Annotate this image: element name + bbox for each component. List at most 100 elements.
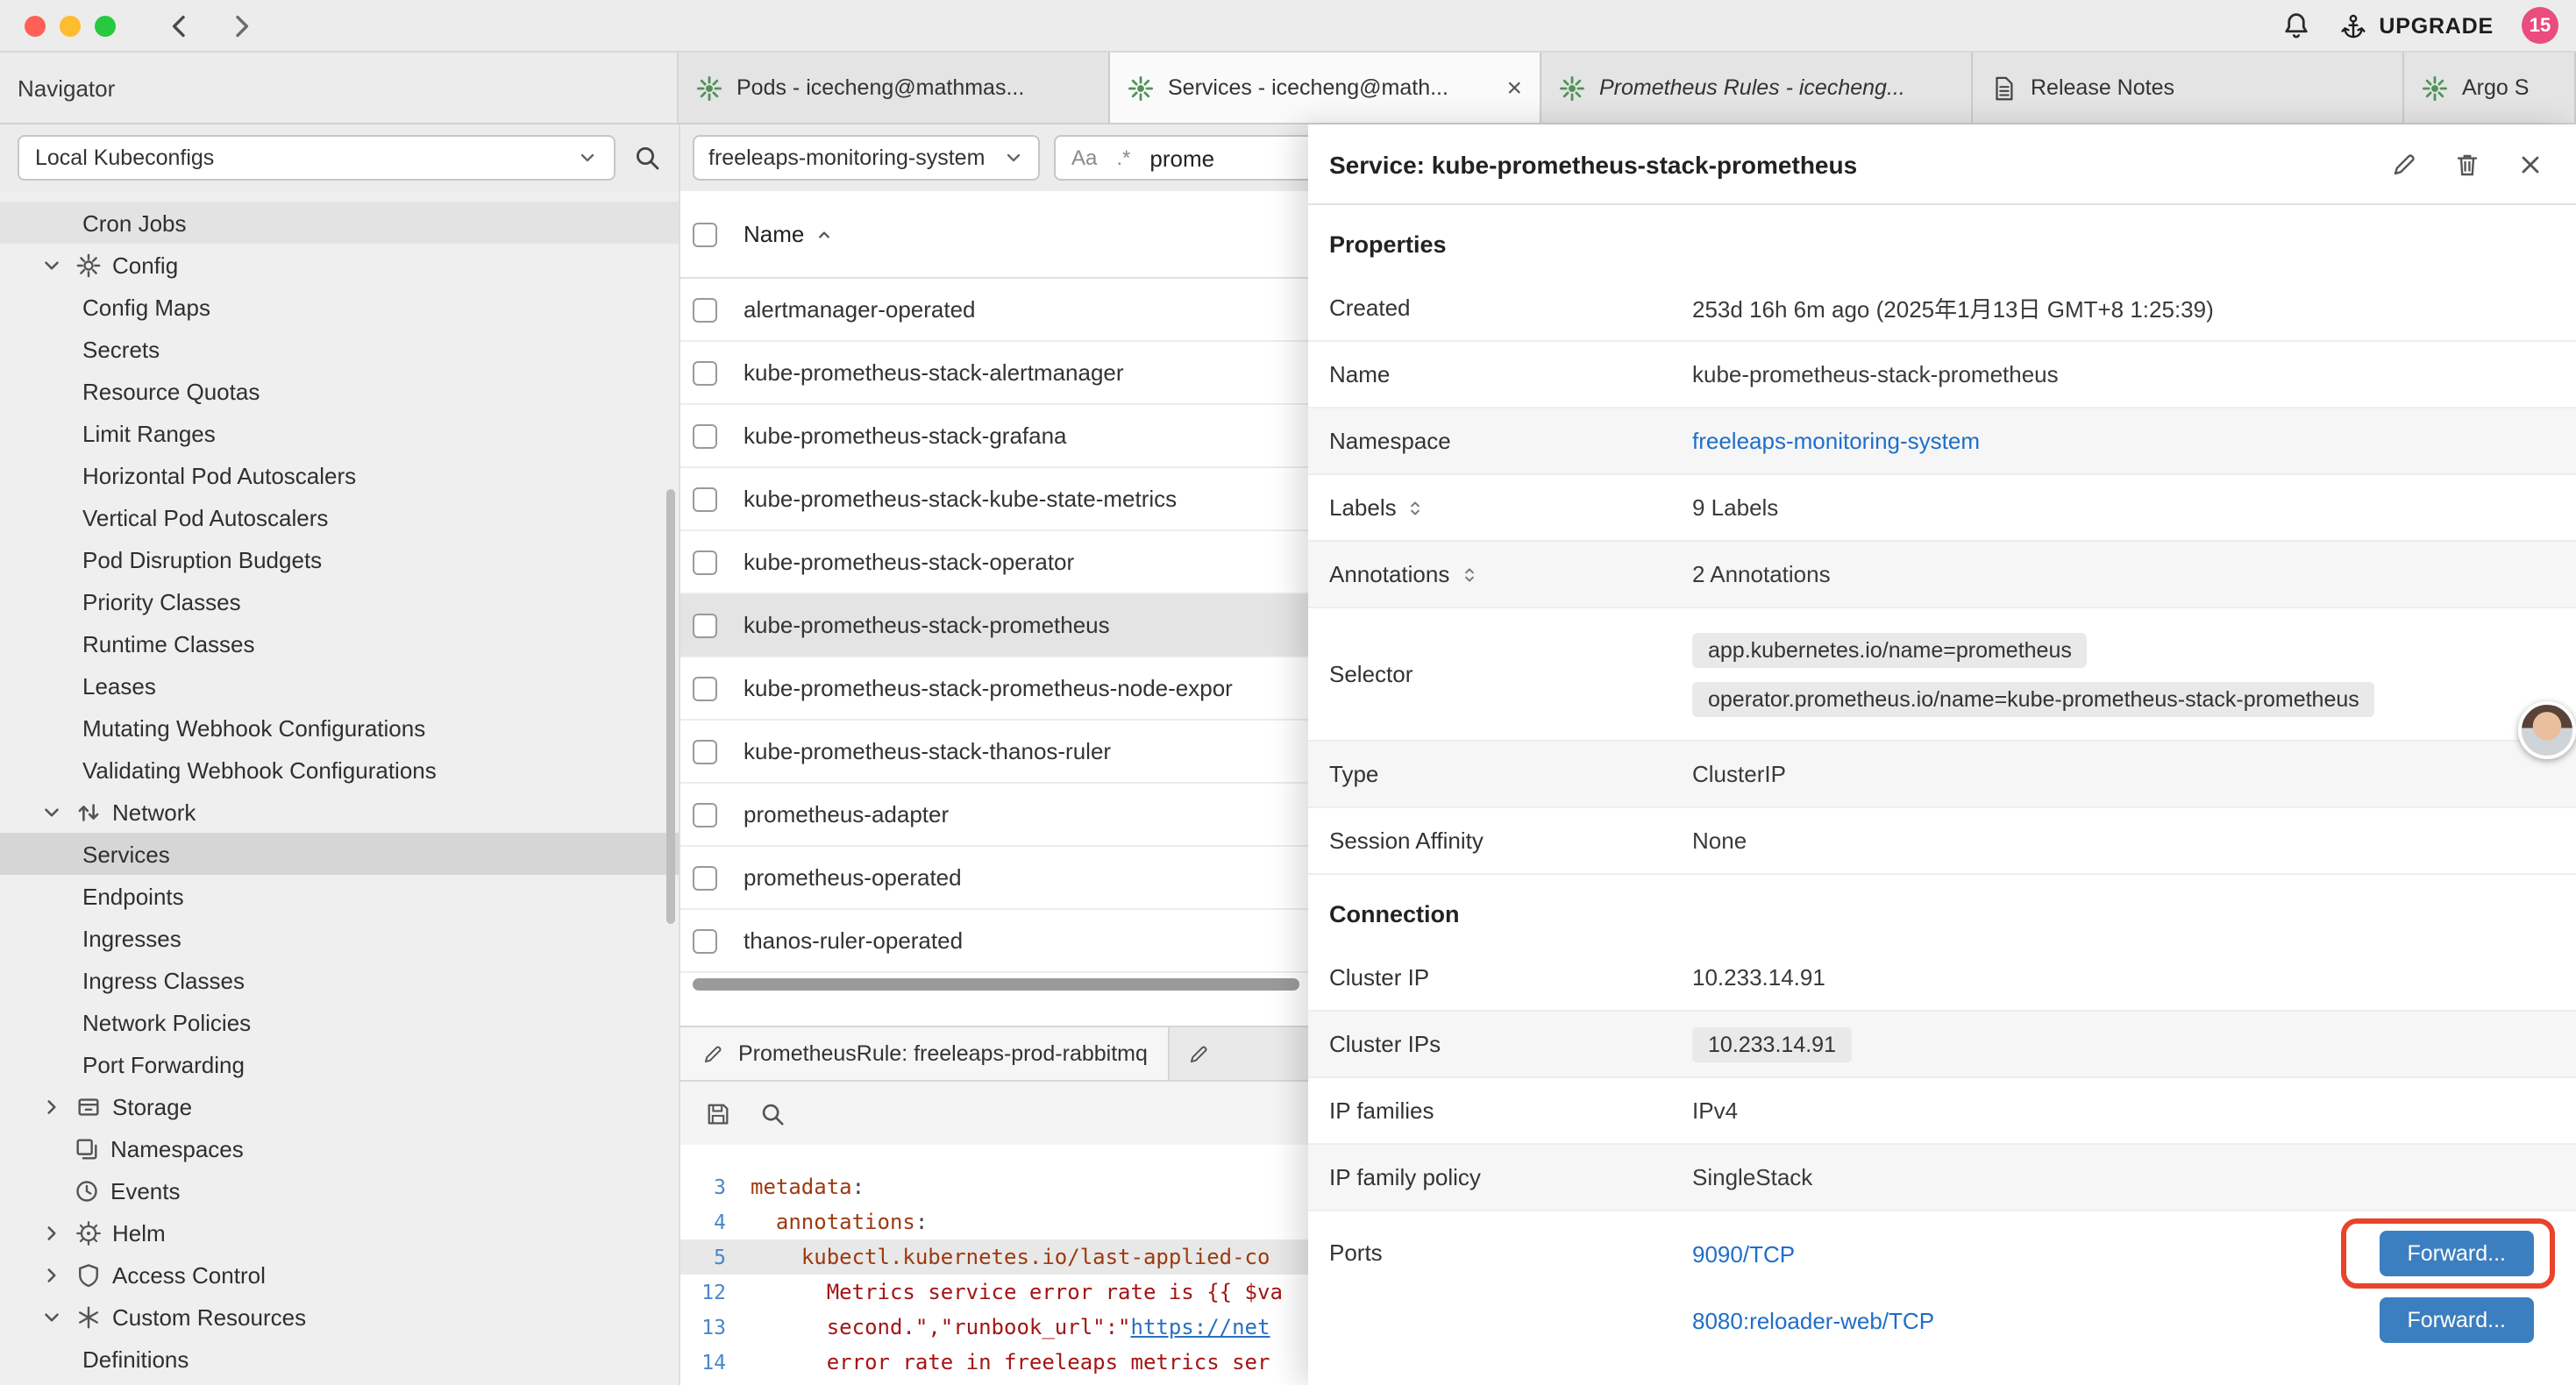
table-row-kube-prometheus-stack-operator[interactable]: kube-prometheus-stack-operator [680,531,1308,594]
row-checkbox[interactable] [693,550,717,574]
table-row-kube-prometheus-stack-alertmanager[interactable]: kube-prometheus-stack-alertmanager [680,342,1308,405]
table-row-kube-prometheus-stack-prometheus[interactable]: kube-prometheus-stack-prometheus [680,594,1308,657]
table-row-thanos-ruler-operated[interactable]: thanos-ruler-operated [680,910,1308,973]
sidebar-item-port-forwarding[interactable]: Port Forwarding [0,1043,679,1085]
chevron-right-icon[interactable] [39,1221,65,1244]
close-tab-icon[interactable]: × [1506,75,1522,101]
chevron-right-icon[interactable] [39,1263,65,1286]
row-checkbox[interactable] [693,865,717,890]
close-drawer-icon[interactable] [2516,150,2544,178]
sidebar-item-ingress-classes[interactable]: Ingress Classes [0,959,679,1001]
sidebar-item-horizontal-pod-autoscalers[interactable]: Horizontal Pod Autoscalers [0,454,679,496]
sidebar-item-resource-quotas[interactable]: Resource Quotas [0,370,679,412]
sidebar-item-namespaces[interactable]: Namespaces [0,1127,679,1169]
editor-dock-tab-partial[interactable] [1171,1027,1228,1080]
row-checkbox[interactable] [693,360,717,385]
chevron-down-icon[interactable] [39,1305,65,1328]
sidebar-item-access-control[interactable]: Access Control [0,1254,679,1296]
row-checkbox[interactable] [693,297,717,322]
sidebar-item-storage[interactable]: Storage [0,1085,679,1127]
name-column-header[interactable]: Name [744,221,804,247]
match-case-toggle[interactable]: Aa [1071,146,1097,170]
sidebar-item-ingresses[interactable]: Ingresses [0,917,679,959]
horizontal-scrollbar[interactable] [693,978,1299,991]
tab-release-notes[interactable]: Release Notes [1973,53,2404,123]
namespace-link[interactable]: freeleaps-monitoring-system [1692,428,1980,454]
regex-toggle[interactable]: .* [1116,146,1130,170]
yaml-editor[interactable]: 3metadata:4 annotations:5 kubectl.kubern… [680,1145,1308,1385]
sidebar-item-services[interactable]: Services [0,833,679,875]
notification-count-badge[interactable]: 15 [2522,7,2558,44]
table-row-kube-prometheus-stack-thanos-ruler[interactable]: kube-prometheus-stack-thanos-ruler [680,721,1308,784]
back-icon[interactable] [165,11,193,39]
delete-service-icon[interactable] [2453,150,2481,178]
select-all-checkbox[interactable] [693,222,717,246]
sidebar-item-helm[interactable]: Helm [0,1211,679,1254]
close-window-button[interactable] [25,15,46,36]
row-checkbox[interactable] [693,739,717,764]
chevron-down-icon[interactable] [39,253,65,276]
sidebar-item-runtime-classes[interactable]: Runtime Classes [0,622,679,664]
table-row-prometheus-operated[interactable]: prometheus-operated [680,847,1308,910]
upgrade-button[interactable]: UPGRADE [2338,11,2494,39]
table-row-kube-prometheus-stack-prometheus-node-expor[interactable]: kube-prometheus-stack-prometheus-node-ex… [680,657,1308,721]
sidebar-item-definitions[interactable]: Definitions [0,1338,679,1380]
code-text: metadata [751,1175,852,1199]
row-checkbox[interactable] [693,613,717,637]
user-avatar[interactable] [2518,701,2576,759]
sidebar-item-network[interactable]: Network [0,791,679,833]
table-row-prometheus-adapter[interactable]: prometheus-adapter [680,784,1308,847]
sidebar-item-cron-jobs[interactable]: Cron Jobs [0,202,679,244]
chevron-right-icon[interactable] [39,1095,65,1118]
tab-argo-s[interactable]: Argo S [2404,53,2576,123]
edit-service-icon[interactable] [2390,150,2418,178]
sidebar-item-network-policies[interactable]: Network Policies [0,1001,679,1043]
sidebar-item-label: Pod Disruption Budgets [82,546,322,572]
forward-button[interactable]: Forward... [2379,1231,2534,1276]
sidebar-item-vertical-pod-autoscalers[interactable]: Vertical Pod Autoscalers [0,496,679,538]
sidebar-scrollbar[interactable] [666,489,675,924]
table-row-kube-prometheus-stack-grafana[interactable]: kube-prometheus-stack-grafana [680,405,1308,468]
sidebar-item-config[interactable]: Config [0,244,679,286]
forward-icon[interactable] [228,11,256,39]
sidebar-item-secrets[interactable]: Secrets [0,328,679,370]
sidebar-item-mutating-webhook-configurations[interactable]: Mutating Webhook Configurations [0,707,679,749]
row-checkbox[interactable] [693,676,717,700]
chevron-down-icon[interactable] [39,800,65,823]
search-icon[interactable] [633,144,661,172]
unfold-more-icon[interactable] [1405,497,1427,518]
unfold-more-icon[interactable] [1458,564,1479,585]
zoom-window-button[interactable] [95,15,116,36]
tab-pods-icecheng-mathmas[interactable]: Pods - icecheng@mathmas... [679,53,1110,123]
editor-dock-tab[interactable]: PrometheusRule: freeleaps-prod-rabbitmq [680,1027,1171,1080]
window-titlebar: UPGRADE 15 [0,0,2576,53]
sidebar-item-pod-disruption-budgets[interactable]: Pod Disruption Budgets [0,538,679,580]
sidebar-item-endpoints[interactable]: Endpoints [0,875,679,917]
forward-button[interactable]: Forward... [2379,1297,2534,1343]
row-checkbox[interactable] [693,928,717,953]
sidebar-item-events[interactable]: Events [0,1169,679,1211]
sidebar-item-validating-webhook-configurations[interactable]: Validating Webhook Configurations [0,749,679,791]
minimize-window-button[interactable] [60,15,81,36]
kubeconfig-selector[interactable]: Local Kubeconfigs [18,135,616,181]
sidebar-item-leases[interactable]: Leases [0,664,679,707]
row-checkbox[interactable] [693,802,717,827]
tab-services-icecheng-math[interactable]: Services - icecheng@math...× [1110,53,1541,123]
save-icon[interactable] [705,1100,731,1126]
tab-prometheus-rules-icecheng[interactable]: Prometheus Rules - icecheng... [1541,53,1973,123]
table-row-alertmanager-operated[interactable]: alertmanager-operated [680,279,1308,342]
table-row-kube-prometheus-stack-kube-state-metrics[interactable]: kube-prometheus-stack-kube-state-metrics [680,468,1308,531]
namespace-filter-dropdown[interactable]: freeleaps-monitoring-system [693,135,1040,181]
notifications-bell-icon[interactable] [2281,11,2310,40]
sidebar-item-priority-classes[interactable]: Priority Classes [0,580,679,622]
editor-search-icon[interactable] [759,1100,786,1126]
port-link[interactable]: 8080:reloader-web/TCP [1692,1307,1934,1333]
sidebar-item-label: Config [112,252,178,278]
sidebar-item-limit-ranges[interactable]: Limit Ranges [0,412,679,454]
row-checkbox[interactable] [693,423,717,448]
sort-ascending-icon[interactable] [813,224,834,245]
row-checkbox[interactable] [693,487,717,511]
sidebar-item-custom-resources[interactable]: Custom Resources [0,1296,679,1338]
port-link[interactable]: 9090/TCP [1692,1240,1795,1267]
sidebar-item-config-maps[interactable]: Config Maps [0,286,679,328]
